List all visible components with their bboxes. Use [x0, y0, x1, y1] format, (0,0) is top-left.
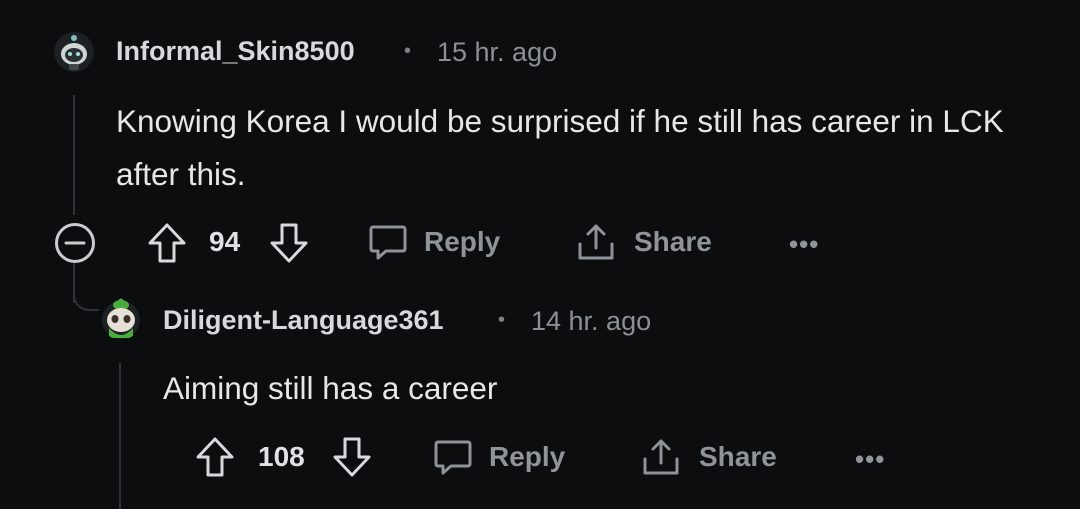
- user-avatar[interactable]: [54, 32, 94, 72]
- downvote-button[interactable]: [332, 436, 372, 483]
- meta-separator: •: [404, 40, 412, 62]
- share-label: Share: [699, 441, 777, 472]
- user-avatar[interactable]: [101, 298, 141, 340]
- upvote-arrow-icon: [196, 437, 234, 477]
- upvote-button[interactable]: [147, 222, 187, 269]
- downvote-arrow-icon: [333, 437, 371, 477]
- comment-author[interactable]: Informal_Skin8500: [116, 36, 355, 67]
- green-snoo-avatar-icon: [102, 298, 140, 339]
- share-label: Share: [634, 226, 712, 257]
- upvote-arrow-icon: [148, 223, 186, 263]
- comment-timestamp[interactable]: 14 hr. ago: [531, 306, 651, 337]
- comment-body: Knowing Korea I would be surprised if he…: [116, 103, 1004, 192]
- reply-label: Reply: [489, 441, 566, 472]
- share-upload-icon: [643, 439, 679, 475]
- reply-button[interactable]: Reply: [433, 437, 565, 477]
- vote-count: 108: [258, 441, 305, 472]
- meta-separator: •: [498, 309, 506, 331]
- thread-branch-curve: [73, 285, 99, 311]
- collapse-minus-icon: [55, 223, 95, 263]
- more-options-button[interactable]: •••: [789, 229, 819, 260]
- comment-author[interactable]: Diligent-Language361: [163, 305, 444, 336]
- share-upload-icon: [578, 224, 614, 260]
- downvote-button[interactable]: [269, 222, 309, 269]
- thread-line-main[interactable]: [73, 95, 75, 215]
- vote-count: 94: [209, 226, 241, 257]
- reply-label: Reply: [424, 226, 501, 257]
- upvote-button[interactable]: [195, 436, 235, 483]
- reply-button[interactable]: Reply: [368, 222, 500, 262]
- comment-timestamp[interactable]: 15 hr. ago: [437, 37, 557, 68]
- comment-bubble-icon: [434, 440, 472, 475]
- comment-bubble-icon: [369, 225, 407, 260]
- thread-line-reply[interactable]: [119, 363, 121, 509]
- comment-body: Aiming still has a career: [163, 370, 498, 406]
- collapse-button[interactable]: [54, 222, 96, 269]
- share-button[interactable]: Share: [641, 437, 777, 477]
- share-button[interactable]: Share: [576, 222, 712, 262]
- more-options-button[interactable]: •••: [855, 444, 885, 475]
- downvote-arrow-icon: [270, 223, 308, 263]
- snoo-avatar-icon: [54, 32, 94, 72]
